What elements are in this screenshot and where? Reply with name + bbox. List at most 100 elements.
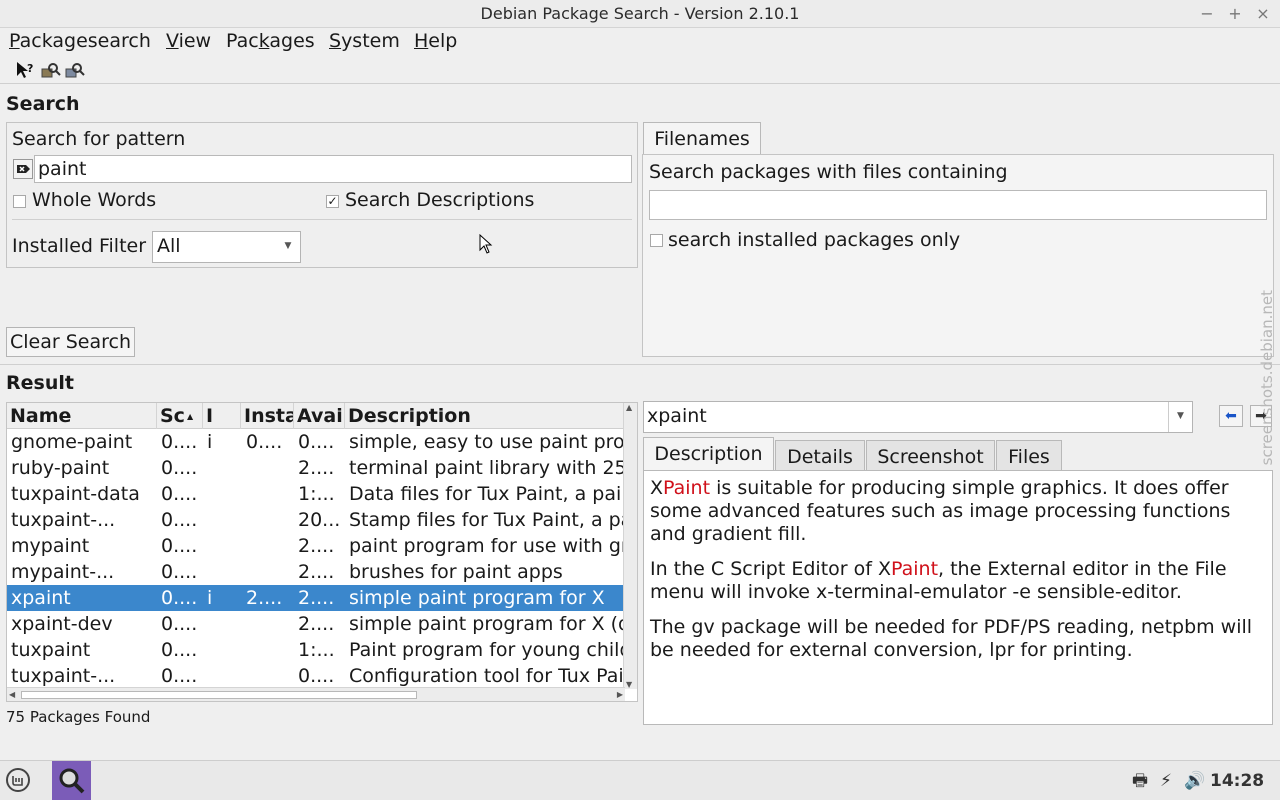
menu-bar: Packagesearch View Packages System Help <box>0 28 1280 56</box>
column-header-available-version[interactable]: Avail <box>294 403 345 429</box>
table-row[interactable]: xpaint 0.... i 2.... 2.... simple paint progr… <box>7 585 623 611</box>
maximize-button[interactable]: + <box>1224 3 1246 25</box>
cell-available-version: 1:... <box>298 639 335 661</box>
menu-help[interactable]: Help <box>414 30 457 52</box>
vertical-scrollbar[interactable]: ▲ ▼ <box>623 403 637 689</box>
mint-menu-icon[interactable] <box>5 767 31 793</box>
table-row[interactable]: mypaint-... 0.... 2.... brushes for paint a… <box>7 559 623 585</box>
arrow-left-icon: ⬅ <box>1225 408 1237 424</box>
taskbar: 🖶 ⚡ 🔊 14:28 <box>0 760 1280 800</box>
minimize-button[interactable]: − <box>1196 3 1218 25</box>
cell-installed-version <box>246 637 296 663</box>
scroll-left-icon[interactable]: ◀ <box>9 688 15 701</box>
table-row[interactable]: tuxpaint-... 0.... 0.... Configuration tool… <box>7 663 624 689</box>
packages-found-status: 75 Packages Found <box>6 708 151 726</box>
printer-icon[interactable]: 🖶 <box>1132 761 1148 800</box>
table-row[interactable]: mypaint 0.... 2.... paint program for use w… <box>7 533 625 559</box>
tab-details[interactable]: Details <box>775 440 865 472</box>
toolbar: ? <box>0 58 1280 84</box>
whole-words-checkbox[interactable] <box>13 195 26 208</box>
cell-score: 0.... <box>161 483 198 505</box>
network-icon[interactable]: ⚡ <box>1160 761 1172 800</box>
tab-files[interactable]: Files <box>996 440 1062 472</box>
search-pattern-group: Search for pattern paint Whole Words ✓ S… <box>6 122 638 268</box>
splitter[interactable] <box>0 364 1280 365</box>
svg-text:?: ? <box>27 62 33 75</box>
cell-name: tuxpaint-data <box>11 483 140 505</box>
description-paragraph: In the C Script Editor of XPaint, the Ex… <box>650 558 1227 603</box>
cell-installed <box>207 481 241 507</box>
installed-filter-select[interactable]: All ▼ <box>152 231 301 263</box>
column-header-description[interactable]: Description <box>345 403 625 429</box>
cell-description: simple paint program for X <box>349 587 605 609</box>
cell-name: tuxpaint-... <box>11 665 116 687</box>
cell-description: simple, easy to use paint pro <box>349 431 625 453</box>
title-bar: Debian Package Search - Version 2.10.1 −… <box>0 0 1280 28</box>
installed-only-checkbox[interactable] <box>650 234 663 247</box>
cell-installed-version <box>246 507 296 533</box>
search-package-alt-icon[interactable] <box>64 60 86 82</box>
cell-score: 0.... <box>161 535 198 557</box>
magnifier-icon <box>59 768 85 794</box>
cell-available-version: 0.... <box>298 431 335 453</box>
column-header-installed[interactable]: I <box>203 403 241 429</box>
volume-icon[interactable]: 🔊 <box>1184 761 1205 800</box>
menu-view[interactable]: View <box>166 30 211 52</box>
cell-installed <box>207 611 241 637</box>
clock[interactable]: 14:28 <box>1210 761 1264 800</box>
horizontal-scrollbar[interactable]: ◀ ▶ <box>7 687 625 701</box>
tab-screenshot[interactable]: Screenshot <box>866 440 995 472</box>
cell-name: ruby-paint <box>11 457 110 479</box>
cell-available-version: 0.... <box>298 665 335 687</box>
search-package-icon[interactable] <box>40 60 62 82</box>
cell-installed-version <box>246 533 296 559</box>
table-header: Name Sc ▲ I Insta Avail Description <box>7 403 625 429</box>
column-header-name[interactable]: Name <box>7 403 157 429</box>
taskbar-app-package-search[interactable] <box>52 761 91 800</box>
scroll-down-icon[interactable]: ▼ <box>626 680 632 689</box>
cell-installed <box>207 663 241 689</box>
column-header-installed-version[interactable]: Insta <box>241 403 294 429</box>
scroll-right-icon[interactable]: ▶ <box>617 688 623 701</box>
table-row[interactable]: tuxpaint-data 0.... 1:... Data files for Tu… <box>7 481 623 507</box>
filenames-prompt: Search packages with files containing <box>649 161 1008 183</box>
watermark: screenshots.debian.net <box>1258 290 1276 466</box>
description-text: XPaint is suitable for producing simple … <box>643 470 1273 725</box>
search-pattern-input[interactable]: paint <box>34 155 632 183</box>
clear-search-button[interactable]: Clear Search <box>6 327 135 357</box>
tab-description[interactable]: Description <box>643 437 774 471</box>
filenames-panel: Search packages with files containing se… <box>642 154 1274 357</box>
back-button[interactable]: ⬅ <box>1219 405 1243 427</box>
cell-installed <box>207 507 241 533</box>
cell-installed <box>207 533 241 559</box>
search-descriptions-checkbox[interactable]: ✓ <box>326 195 339 208</box>
cell-description: brushes for paint apps <box>349 561 563 583</box>
filenames-input[interactable] <box>649 190 1267 220</box>
column-header-score[interactable]: Sc ▲ <box>157 403 203 429</box>
table-row[interactable]: tuxpaint 0.... 1:... Paint program for youn… <box>7 637 625 663</box>
scrollbar-thumb[interactable] <box>21 691 417 699</box>
package-select[interactable]: xpaint ▼ <box>643 401 1193 433</box>
chevron-down-icon: ▼ <box>1168 402 1192 432</box>
mouse-pointer-icon <box>479 234 493 254</box>
clear-input-icon[interactable] <box>13 159 33 179</box>
menu-packagesearch[interactable]: Packagesearch <box>9 30 151 52</box>
cell-name: tuxpaint-... <box>11 509 116 531</box>
table-row[interactable]: gnome-paint 0.... i 0.... 0.... simple, easy … <box>7 429 625 455</box>
chevron-down-icon: ▼ <box>284 241 292 251</box>
table-row[interactable]: xpaint-dev 0.... 2.... simple paint program… <box>7 611 625 637</box>
whats-this-icon[interactable]: ? <box>14 60 36 82</box>
description-paragraph: The gv package will be needed for PDF/PS… <box>650 616 1253 661</box>
close-button[interactable]: × <box>1252 3 1274 25</box>
tab-filenames[interactable]: Filenames <box>643 122 761 156</box>
search-pattern-label: Search for pattern <box>12 128 186 150</box>
menu-packages[interactable]: Packages <box>226 30 315 52</box>
table-row[interactable]: tuxpaint-... 0.... 20... Stamp files for Tu… <box>7 507 625 533</box>
result-section-label: Result <box>6 372 74 394</box>
cell-score: 0.... <box>161 457 198 479</box>
menu-system[interactable]: System <box>329 30 400 52</box>
cell-installed: i <box>207 431 213 453</box>
table-row[interactable]: ruby-paint 0.... 2.... terminal paint libra… <box>7 455 625 481</box>
scroll-up-icon[interactable]: ▲ <box>626 403 632 412</box>
cell-score: 0.... <box>161 587 198 609</box>
